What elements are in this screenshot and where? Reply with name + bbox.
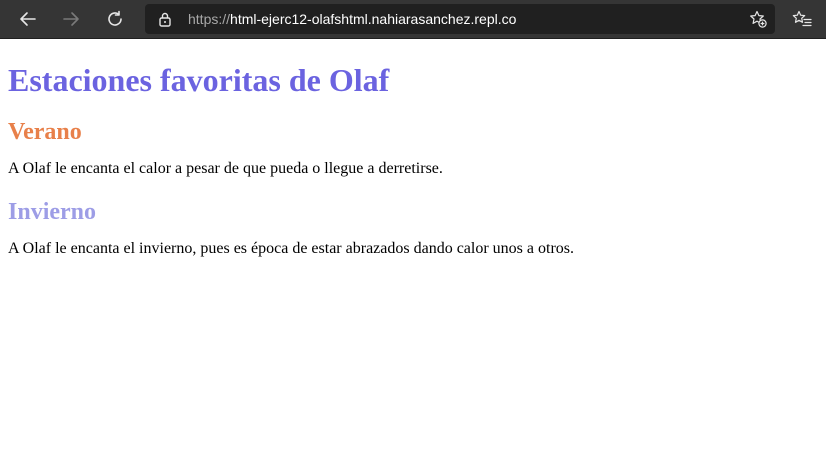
url-scheme: https:// [188,11,231,27]
reload-button[interactable] [99,4,131,34]
forward-arrow-icon [62,10,80,28]
browser-toolbar: https://html-ejerc12-olafshtml.nahiarasa… [0,0,826,39]
page-content: Estaciones favoritas de Olaf Verano A Ol… [8,40,818,258]
reload-icon [106,10,124,28]
forward-button[interactable] [55,4,87,34]
section-text-invierno: A Olaf le encanta el invierno, pues es é… [8,240,574,257]
url-host: html-ejerc12-olafshtml.nahiarasanchez.re… [230,11,517,27]
lock-icon[interactable] [157,11,173,27]
add-favorite-icon [749,10,767,32]
add-favorite-button[interactable] [749,10,767,28]
favorites-icon [792,10,812,28]
section-heading-verano: Verano [8,119,82,145]
favorites-button[interactable] [786,4,818,34]
section-text-verano: A Olaf le encanta el calor a pesar de qu… [8,160,443,177]
address-bar[interactable]: https://html-ejerc12-olafshtml.nahiarasa… [145,4,775,34]
back-button[interactable] [12,4,44,34]
section-heading-invierno: Invierno [8,199,97,225]
page-title: Estaciones favoritas de Olaf [8,62,390,98]
back-arrow-icon [19,10,37,28]
url-text[interactable]: https://html-ejerc12-olafshtml.nahiarasa… [188,4,516,34]
